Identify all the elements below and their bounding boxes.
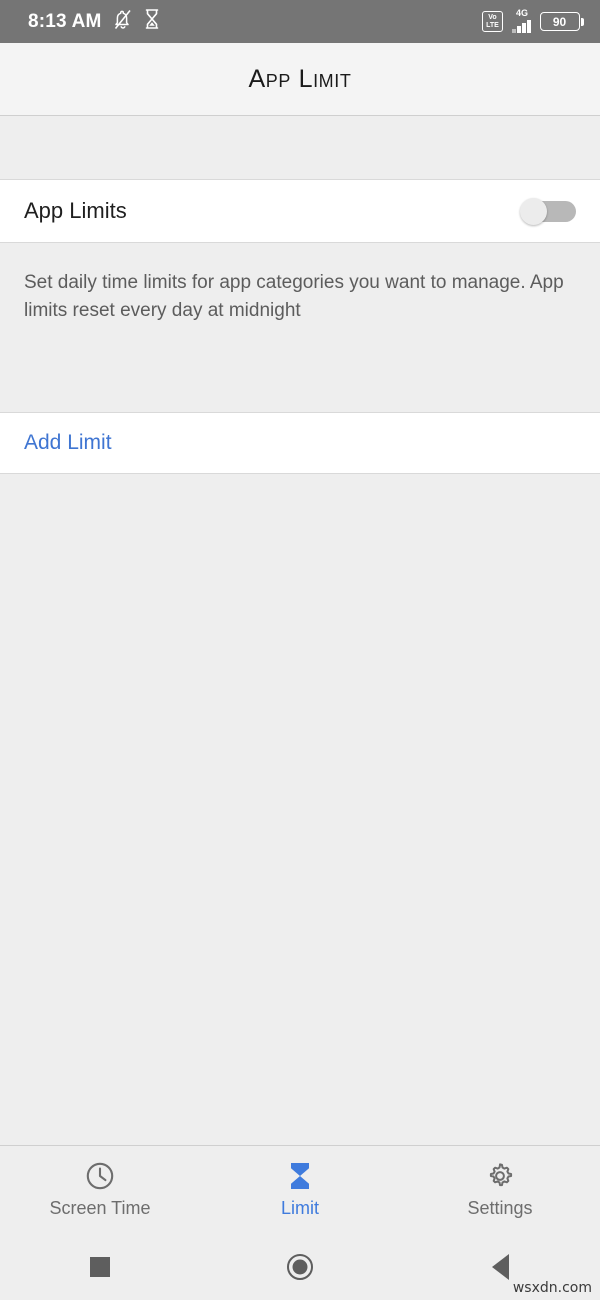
empty-area [0,474,600,1145]
main-content: App Limits Set daily time limits for app… [0,116,600,1145]
hourglass-icon [144,8,160,35]
battery-cap [581,17,584,26]
battery-icon: 90 [539,12,584,31]
tab-label-settings: Settings [467,1198,533,1218]
toggle-knob [520,198,547,225]
status-bar: 8:13 AM Vo LTE 4G 90 [0,0,600,43]
volte-bottom-text: LTE [486,21,499,29]
app-limits-toggle[interactable] [520,198,576,225]
signal-icon: 4G [512,7,531,33]
home-button[interactable] [260,1254,340,1280]
tab-label-screen-time: Screen Time [49,1198,151,1218]
phone-screen: 8:13 AM Vo LTE 4G 90 App Limit App Limit… [0,0,600,1300]
status-bar-right: Vo LTE 4G 90 [482,7,584,33]
back-button[interactable] [460,1254,540,1280]
status-bar-left: 8:13 AM [28,8,160,35]
status-clock: 8:13 AM [28,11,102,32]
tab-settings[interactable]: Settings [400,1161,600,1219]
recents-button[interactable] [60,1257,140,1277]
recents-square-icon [90,1257,110,1277]
page-title: App Limit [248,64,352,93]
signal-bars [512,19,531,33]
app-limits-row[interactable]: App Limits [0,180,600,242]
app-limits-label: App Limits [24,198,127,223]
tab-screen-time[interactable]: Screen Time [0,1161,200,1219]
gear-icon [485,1161,515,1191]
back-triangle-icon [491,1254,509,1280]
hourglass-icon [287,1161,313,1191]
add-limit-card: Add Limit [0,413,600,474]
clock-icon [85,1161,115,1191]
top-spacer-band [0,116,600,180]
android-nav-bar: wsxdn.com [0,1234,600,1300]
tab-limit[interactable]: Limit [200,1161,400,1219]
add-limit-row[interactable]: Add Limit [0,413,600,473]
network-type-label: 4G [516,7,529,18]
add-limit-label[interactable]: Add Limit [24,431,112,455]
watermark: wsxdn.com [512,1280,592,1296]
volte-icon: Vo LTE [482,11,503,32]
description-block: Set daily time limits for app categories… [0,243,600,413]
volte-top-text: Vo [488,13,497,21]
app-limits-card: App Limits [0,180,600,243]
home-circle-icon [287,1254,313,1280]
battery-level-text: 90 [539,12,580,31]
app-header: App Limit [0,43,600,116]
tab-label-limit: Limit [280,1198,319,1218]
bell-muted-icon [113,8,133,35]
bottom-tab-bar: Screen Time Limit Settings [0,1145,600,1234]
description-text: Set daily time limits for app categories… [24,272,564,321]
